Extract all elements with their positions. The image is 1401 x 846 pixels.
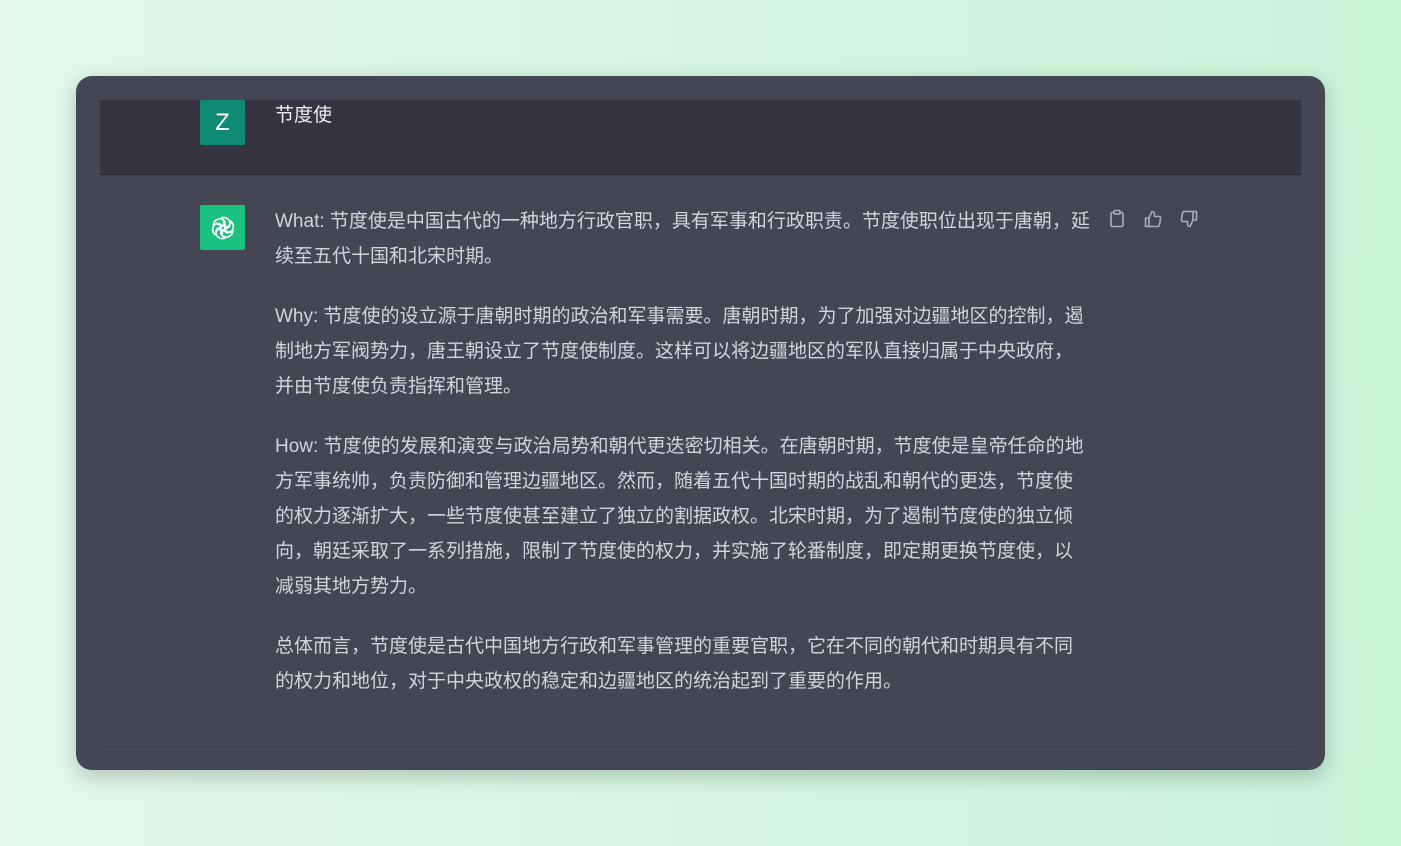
thumbs-down-button[interactable]: [1178, 208, 1200, 230]
copy-icon: [1110, 209, 1124, 228]
paragraph-how: How: 节度使的发展和演变与政治局势和朝代更迭密切相关。在唐朝时期，节度使是皇…: [275, 436, 1084, 597]
user-message-row: Z 节度使: [100, 100, 1301, 175]
openai-logo-icon: [211, 216, 234, 239]
user-message-text: 节度使: [275, 105, 333, 126]
assistant-message-text: What: 节度使是中国古代的一种地方行政官职，具有军事和行政职责。节度使职位出…: [275, 204, 1090, 699]
assistant-message-row: What: 节度使是中国古代的一种地方行政官职，具有军事和行政职责。节度使职位出…: [100, 174, 1301, 747]
paragraph-summary: 总体而言，节度使是古代中国地方行政和军事管理的重要官职，它在不同的朝代和时期具有…: [275, 636, 1074, 692]
user-avatar: Z: [200, 100, 245, 145]
paragraph-what: What: 节度使是中国古代的一种地方行政官职，具有军事和行政职责。节度使职位出…: [275, 211, 1090, 267]
copy-button[interactable]: [1106, 208, 1128, 230]
thumbs-up-icon: [1144, 210, 1162, 228]
thumbs-down-icon: [1180, 210, 1198, 228]
paragraph-why: Why: 节度使的设立源于唐朝时期的政治和军事需要。唐朝时期，为了加强对边疆地区…: [275, 306, 1084, 397]
chat-card: Z 节度使 What: 节度使是中国古代的一种地方行政官职，具有军事和行政职责。…: [76, 76, 1325, 770]
assistant-avatar: [200, 205, 245, 250]
message-actions: [1106, 208, 1200, 230]
user-avatar-letter: Z: [215, 108, 230, 136]
thumbs-up-button[interactable]: [1142, 208, 1164, 230]
